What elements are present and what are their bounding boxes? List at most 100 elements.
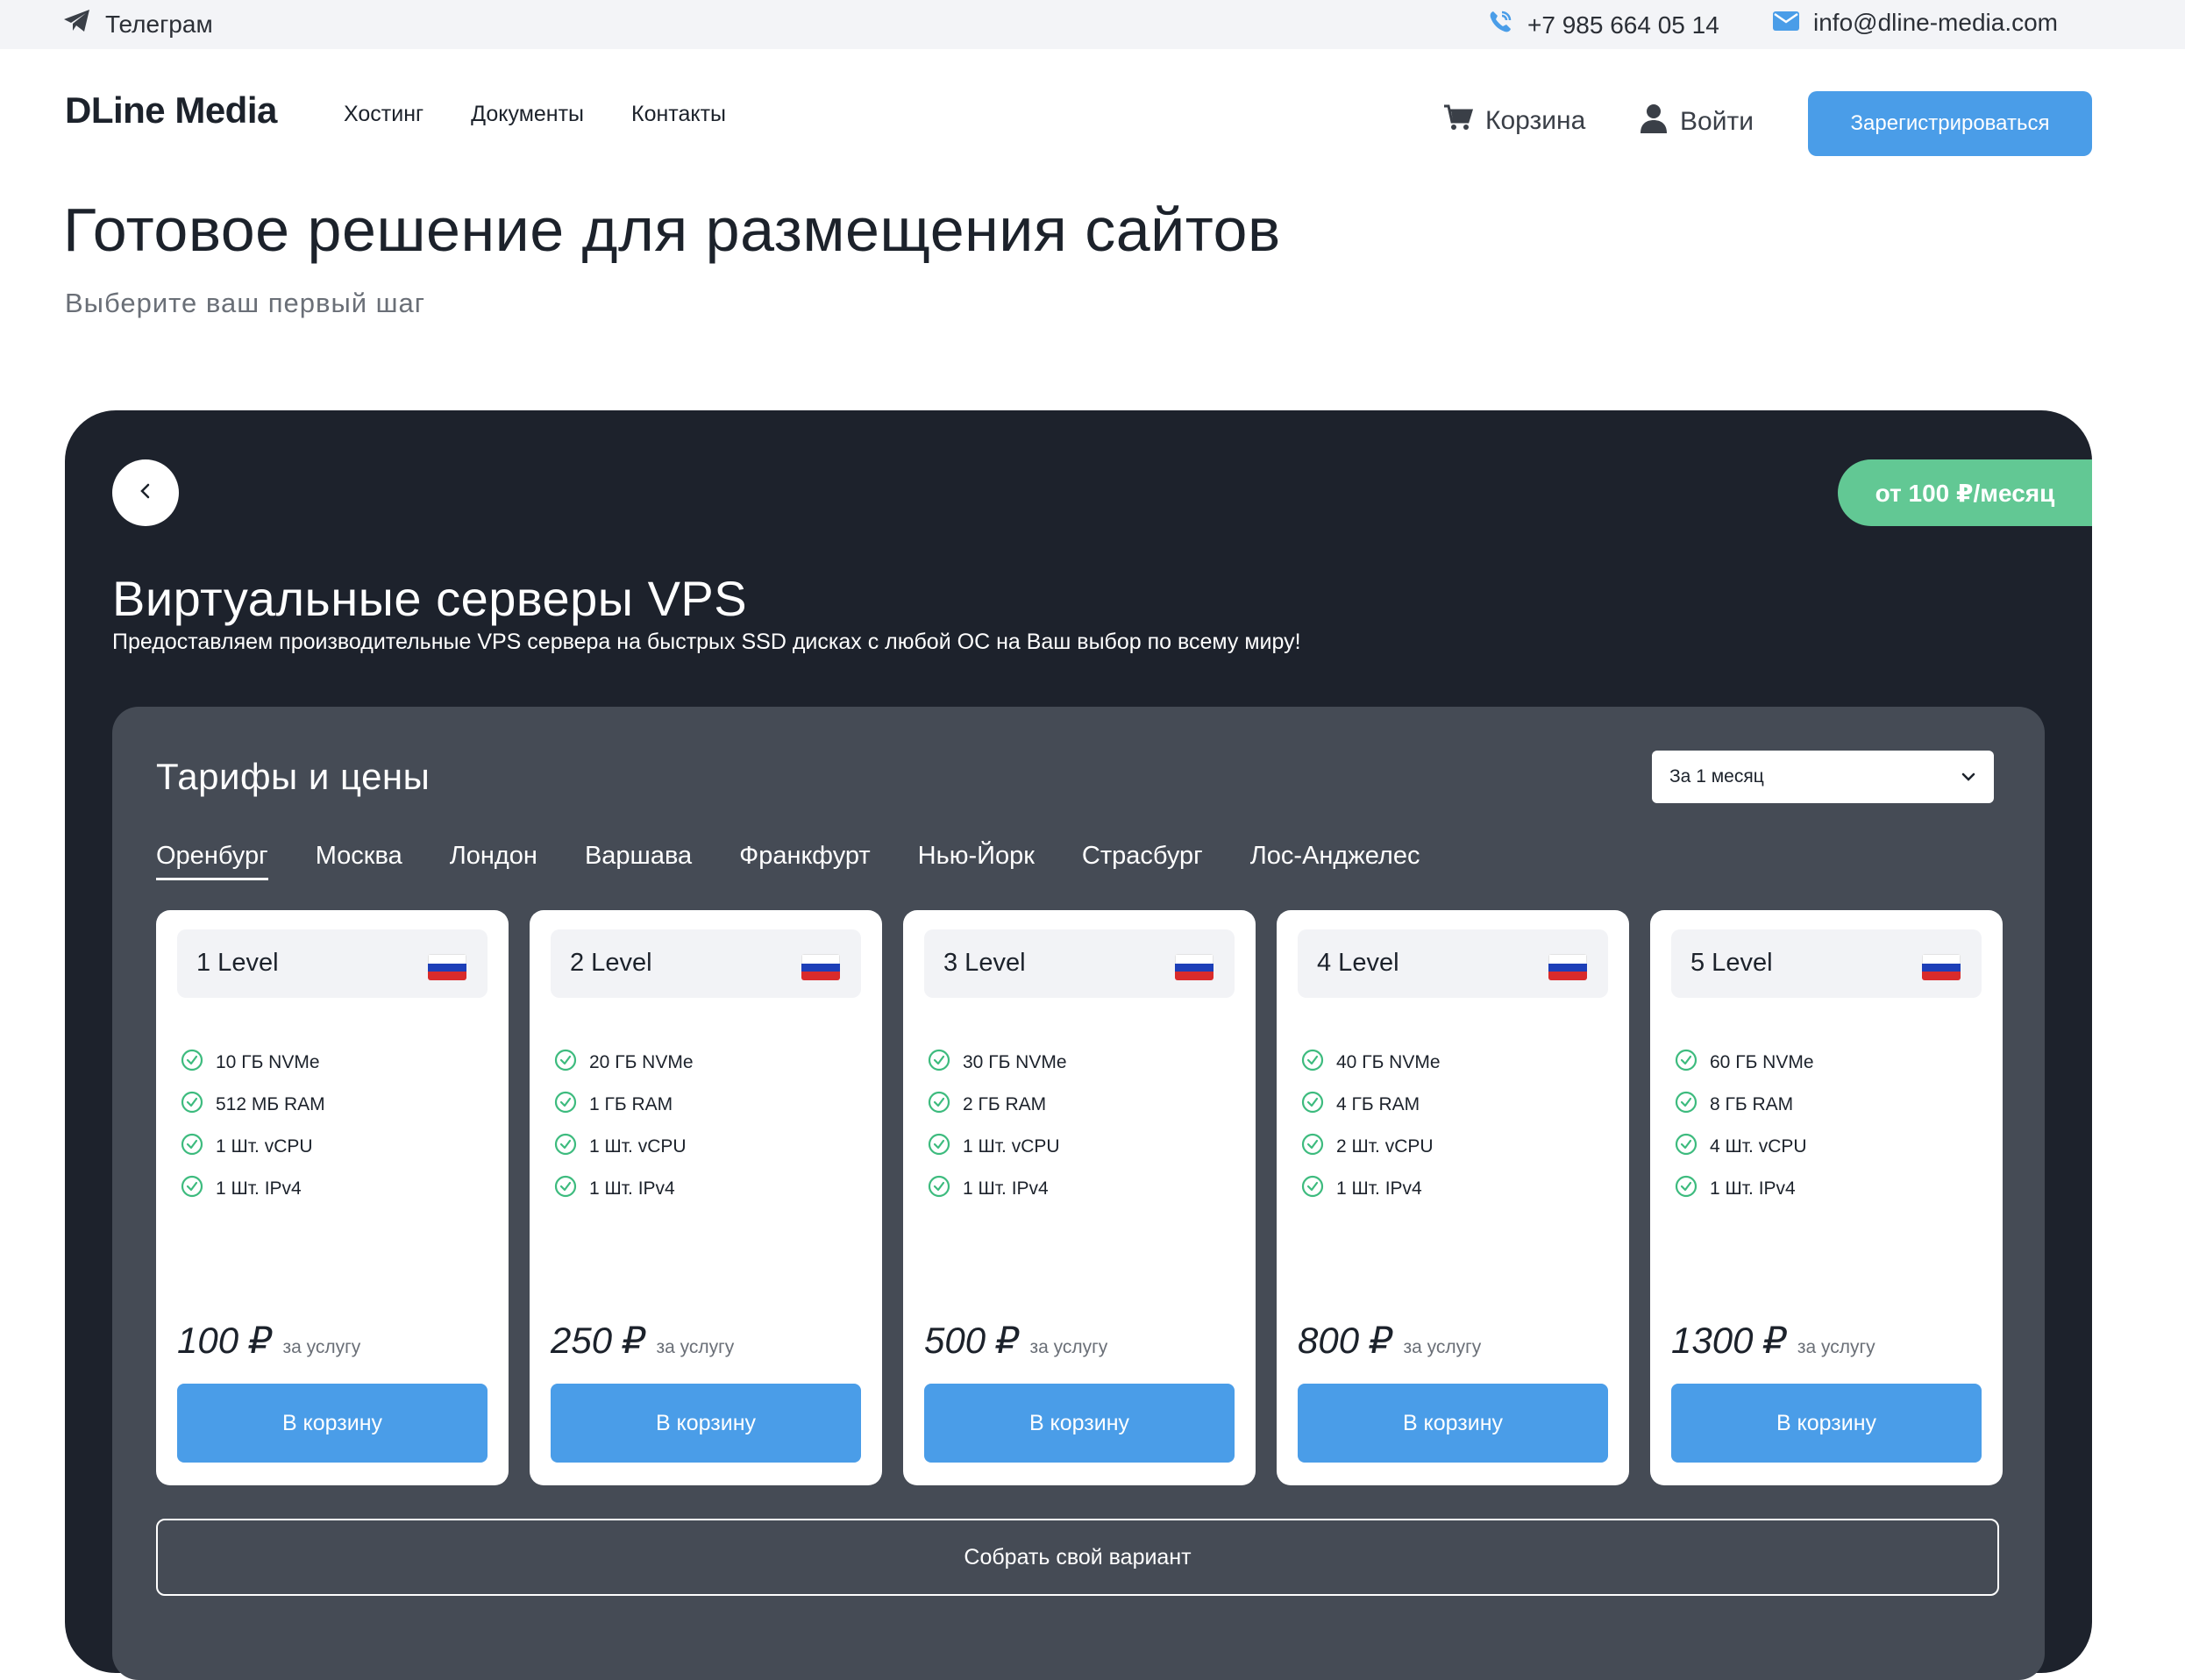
feature-text: 40 ГБ NVMe (1336, 1052, 1441, 1072)
add-to-cart-button[interactable]: В корзину (1298, 1384, 1608, 1463)
check-circle-icon (928, 1175, 950, 1203)
nav-contacts[interactable]: Контакты (631, 102, 726, 127)
feature-item: 1 ГБ RAM (554, 1084, 694, 1126)
check-circle-icon (1675, 1133, 1697, 1161)
feature-list: 30 ГБ NVMe 2 ГБ RAM 1 Шт. vCPU 1 Шт. IPv4 (928, 1042, 1067, 1210)
plan-price: 800 ₽ за услугу (1298, 1319, 1481, 1362)
feature-item: 1 Шт. vCPU (181, 1126, 325, 1168)
email-link[interactable]: info@dline-media.com (1773, 9, 2058, 37)
plan-header: 2 Level (551, 929, 861, 998)
feature-text: 1 Шт. IPv4 (963, 1178, 1049, 1199)
russia-flag-icon (428, 954, 466, 980)
page-title: Готовое решение для размещения сайтов (63, 196, 1281, 264)
add-to-cart-button[interactable]: В корзину (177, 1384, 488, 1463)
feature-text: 512 МБ RAM (216, 1094, 325, 1114)
price-badge: от 100 ₽/месяц (1838, 459, 2092, 526)
cart-link[interactable]: Корзина (1443, 103, 1585, 139)
feature-text: 2 Шт. vCPU (1336, 1136, 1434, 1157)
tab-moscow[interactable]: Москва (316, 842, 402, 880)
register-button[interactable]: Зарегистрироваться (1808, 91, 2092, 156)
feature-text: 8 ГБ RAM (1710, 1094, 1794, 1114)
tab-strasbourg[interactable]: Страсбург (1082, 842, 1203, 880)
feature-item: 2 ГБ RAM (928, 1084, 1067, 1126)
check-circle-icon (1675, 1175, 1697, 1203)
product-description: Предоставляем производительные VPS серве… (112, 630, 1301, 654)
feature-item: 30 ГБ NVMe (928, 1042, 1067, 1084)
feature-list: 20 ГБ NVMe 1 ГБ RAM 1 Шт. vCPU 1 Шт. IPv4 (554, 1042, 694, 1210)
plan-header: 4 Level (1298, 929, 1608, 998)
tab-los-angeles[interactable]: Лос-Анджелес (1250, 842, 1420, 880)
city-tabs: Оренбург Москва Лондон Варшава Франкфурт… (156, 842, 1420, 880)
plan-name: 1 Level (196, 949, 279, 977)
feature-item: 1 Шт. IPv4 (181, 1168, 325, 1210)
plan-card: 1 Level 10 ГБ NVMe 512 МБ RAM 1 Шт. vCPU 1 Ш… (156, 910, 509, 1485)
russia-flag-icon (801, 954, 840, 980)
plan-header: 1 Level (177, 929, 488, 998)
tab-london[interactable]: Лондон (450, 842, 537, 880)
feature-text: 1 Шт. vCPU (589, 1136, 687, 1157)
check-circle-icon (1301, 1133, 1324, 1161)
telegram-icon (63, 9, 91, 39)
email-address: info@dline-media.com (1813, 9, 2058, 36)
price-amount: 100 ₽ (177, 1320, 273, 1361)
telegram-link[interactable]: Телеграм (63, 9, 213, 39)
feature-item: 40 ГБ NVMe (1301, 1042, 1441, 1084)
price-unit: за услугу (656, 1337, 735, 1357)
feature-list: 40 ГБ NVMe 4 ГБ RAM 2 Шт. vCPU 1 Шт. IPv4 (1301, 1042, 1441, 1210)
chevron-down-icon (1961, 766, 1976, 787)
price-amount: 1300 ₽ (1671, 1320, 1787, 1361)
add-to-cart-button[interactable]: В корзину (551, 1384, 861, 1463)
feature-text: 60 ГБ NVMe (1710, 1052, 1814, 1072)
plan-header: 3 Level (924, 929, 1235, 998)
tab-orenburg[interactable]: Оренбург (156, 842, 268, 880)
nav-hosting[interactable]: Хостинг (344, 102, 423, 127)
feature-text: 1 Шт. IPv4 (216, 1178, 302, 1199)
feature-list: 60 ГБ NVMe 8 ГБ RAM 4 Шт. vCPU 1 Шт. IPv4 (1675, 1042, 1814, 1210)
page-subtitle: Выберите ваш первый шаг (65, 288, 426, 318)
price-unit: за услугу (1403, 1337, 1482, 1357)
add-to-cart-button[interactable]: В корзину (1671, 1384, 1982, 1463)
plan-price: 1300 ₽ за услугу (1671, 1319, 1875, 1362)
price-amount: 800 ₽ (1298, 1320, 1393, 1361)
plan-price: 250 ₽ за услугу (551, 1319, 734, 1362)
check-circle-icon (181, 1175, 203, 1203)
plan-name: 4 Level (1317, 949, 1399, 977)
feature-item: 10 ГБ NVMe (181, 1042, 325, 1084)
plan-name: 5 Level (1690, 949, 1773, 977)
price-amount: 250 ₽ (551, 1320, 646, 1361)
cart-icon (1443, 103, 1474, 139)
plan-card: 2 Level 20 ГБ NVMe 1 ГБ RAM 1 Шт. vCPU 1 Шт.… (530, 910, 882, 1485)
chevron-left-icon (139, 482, 153, 504)
feature-item: 512 МБ RAM (181, 1084, 325, 1126)
feature-text: 20 ГБ NVMe (589, 1052, 694, 1072)
custom-config-button[interactable]: Собрать свой вариант (156, 1519, 1999, 1596)
feature-text: 4 ГБ RAM (1336, 1094, 1420, 1114)
feature-item: 1 Шт. IPv4 (1301, 1168, 1441, 1210)
price-amount: 500 ₽ (924, 1320, 1020, 1361)
russia-flag-icon (1175, 954, 1213, 980)
check-circle-icon (181, 1091, 203, 1119)
price-unit: за услугу (1029, 1337, 1108, 1357)
tab-warsaw[interactable]: Варшава (585, 842, 692, 880)
check-circle-icon (928, 1049, 950, 1077)
check-circle-icon (554, 1133, 577, 1161)
nav-documents[interactable]: Документы (471, 102, 584, 127)
check-circle-icon (1301, 1049, 1324, 1077)
product-title: Виртуальные серверы VPS (112, 571, 748, 626)
phone-link[interactable]: +7 985 664 05 14 (1487, 9, 1719, 41)
main-nav: Хостинг Документы Контакты (344, 102, 726, 127)
period-select[interactable]: За 1 месяц (1652, 751, 1994, 803)
tab-frankfurt[interactable]: Франкфурт (739, 842, 871, 880)
feature-text: 1 Шт. vCPU (216, 1136, 313, 1157)
feature-text: 1 Шт. IPv4 (589, 1178, 675, 1199)
add-to-cart-button[interactable]: В корзину (924, 1384, 1235, 1463)
back-button[interactable] (112, 459, 179, 526)
logo[interactable]: DLine Media (65, 89, 277, 132)
login-link[interactable]: Войти (1640, 103, 1754, 140)
plan-header: 5 Level (1671, 929, 1982, 998)
feature-item: 20 ГБ NVMe (554, 1042, 694, 1084)
feature-item: 1 Шт. IPv4 (1675, 1168, 1814, 1210)
tab-new-york[interactable]: Нью-Йорк (918, 842, 1035, 880)
pricing-title: Тарифы и цены (156, 756, 431, 797)
feature-text: 1 Шт. IPv4 (1336, 1178, 1422, 1199)
